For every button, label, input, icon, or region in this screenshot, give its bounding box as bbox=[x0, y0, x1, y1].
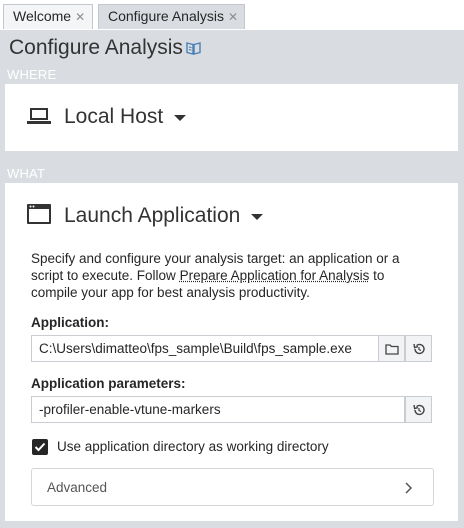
browse-button[interactable] bbox=[378, 335, 405, 362]
use-app-dir-checkbox[interactable] bbox=[32, 439, 48, 455]
reset-icon bbox=[412, 343, 425, 354]
help-book-icon[interactable] bbox=[186, 41, 201, 55]
page-title: Configure Analysis bbox=[9, 36, 183, 59]
checkmark-icon bbox=[34, 442, 46, 452]
application-path-input[interactable]: C:\Users\dimatteo\fps_sample\Build\fps_s… bbox=[31, 335, 379, 362]
tab-welcome-label: Welcome bbox=[13, 8, 72, 24]
host-selector-label[interactable]: Local Host bbox=[64, 105, 163, 129]
application-parameters-input[interactable]: -profiler-enable-vtune-markers bbox=[31, 396, 405, 423]
where-section-label: WHERE bbox=[7, 67, 57, 82]
prepare-application-link[interactable]: Prepare Application for Analysis bbox=[180, 268, 370, 283]
laptop-icon bbox=[27, 108, 51, 124]
where-panel: Local Host bbox=[5, 84, 458, 151]
chevron-down-icon[interactable] bbox=[251, 214, 263, 220]
reset-application-button[interactable] bbox=[405, 335, 432, 362]
reset-parameters-button[interactable] bbox=[405, 396, 432, 423]
tab-configure-analysis-label: Configure Analysis bbox=[108, 8, 224, 24]
tab-configure-analysis[interactable]: Configure Analysis ✕ bbox=[98, 4, 245, 29]
reset-icon bbox=[412, 404, 425, 415]
application-parameters-label: Application parameters: bbox=[31, 376, 186, 391]
application-label: Application: bbox=[31, 315, 109, 330]
what-panel: Launch Application Specify and configure… bbox=[5, 183, 458, 521]
advanced-expander[interactable]: Advanced bbox=[31, 468, 434, 506]
close-icon[interactable]: ✕ bbox=[228, 10, 238, 24]
folder-icon bbox=[384, 343, 399, 355]
application-window-icon bbox=[27, 204, 51, 224]
chevron-right-icon bbox=[405, 482, 413, 494]
advanced-label: Advanced bbox=[47, 480, 108, 495]
tab-welcome[interactable]: Welcome ✕ bbox=[3, 4, 93, 29]
chevron-down-icon[interactable] bbox=[174, 115, 186, 121]
target-description: Specify and configure your analysis targ… bbox=[31, 250, 431, 301]
close-icon[interactable]: ✕ bbox=[75, 10, 85, 24]
what-section-label: WHAT bbox=[7, 166, 46, 181]
use-app-dir-label[interactable]: Use application directory as working dir… bbox=[57, 439, 329, 454]
analysis-target-selector-label[interactable]: Launch Application bbox=[64, 204, 240, 228]
tab-bar: Welcome ✕ Configure Analysis ✕ bbox=[0, 0, 464, 30]
